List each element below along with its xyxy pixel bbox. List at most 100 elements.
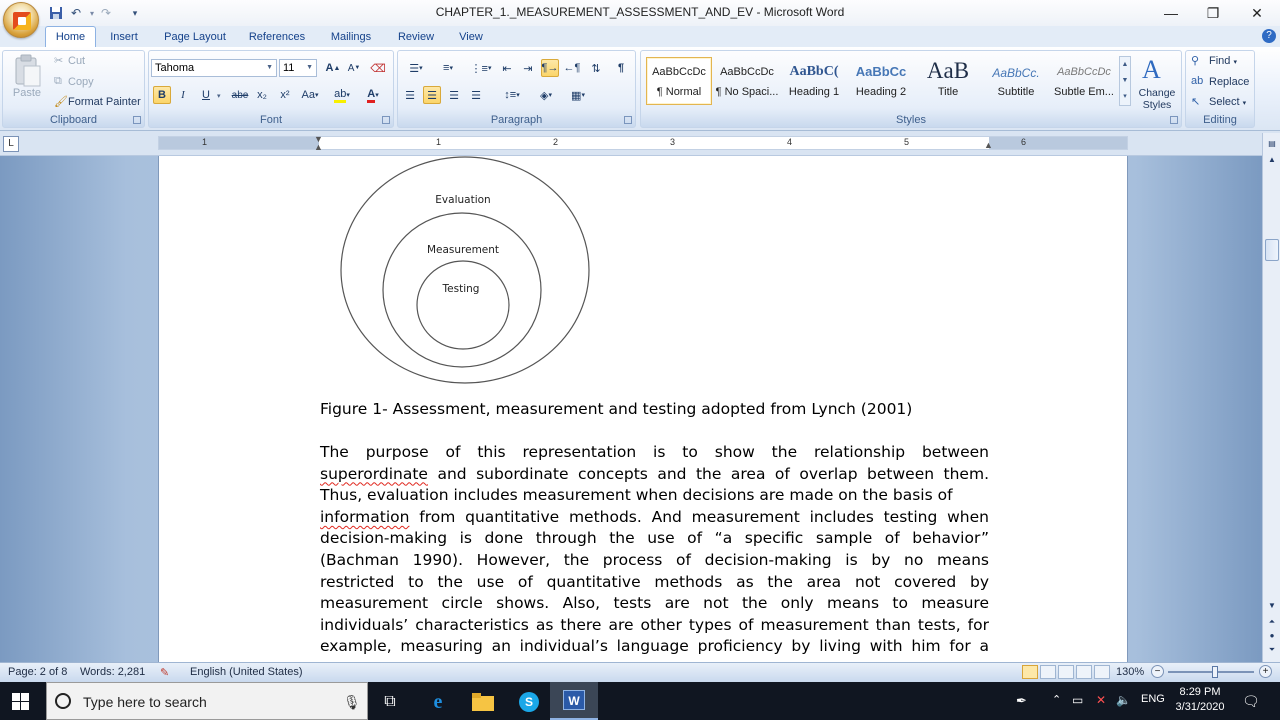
next-page-icon[interactable]: ⏷ <box>1265 643 1279 657</box>
taskbar-search-box[interactable]: Type here to search 🎙 <box>46 682 368 720</box>
bullets-button[interactable]: ☰ ▾ <box>401 59 431 77</box>
full-screen-reading-view-icon[interactable] <box>1040 665 1056 679</box>
view-ruler-toggle-icon[interactable]: ▤ <box>1265 137 1279 151</box>
previous-page-icon[interactable]: ⏶ <box>1265 615 1279 629</box>
restore-button[interactable]: ❐ <box>1192 0 1234 26</box>
proofing-error-icon[interactable]: ✎ <box>160 666 169 679</box>
skype-icon[interactable]: S <box>517 690 541 714</box>
strikethrough-button[interactable]: abe <box>229 86 251 104</box>
print-layout-view-icon[interactable] <box>1022 665 1038 679</box>
zoom-slider[interactable] <box>1168 666 1254 678</box>
tab-references[interactable]: References <box>246 29 308 47</box>
numbering-button[interactable]: ≡ ▾ <box>433 59 463 77</box>
task-view-icon[interactable]: ⧉ <box>378 690 402 714</box>
scroll-down-icon[interactable]: ▼ <box>1265 599 1279 613</box>
copy-button[interactable]: Copy <box>68 76 94 88</box>
style-heading-2[interactable]: AaBbCc Heading 2 <box>848 57 914 105</box>
paste-icon[interactable] <box>12 54 42 88</box>
grow-font-button[interactable]: A ▲ <box>324 59 342 77</box>
right-indent-marker-icon[interactable]: ▲ <box>984 140 993 150</box>
rtl-button[interactable]: ←¶ <box>563 59 581 77</box>
font-name-combo[interactable]: Tahoma ▼ <box>151 59 277 77</box>
tab-view[interactable]: View <box>454 29 488 47</box>
horizontal-ruler[interactable]: 1 1 2 3 4 5 6 ▼ ▲ ▲ <box>158 135 1128 152</box>
clock[interactable]: 8:29 PM 3/31/2020 <box>1172 685 1228 715</box>
tab-insert[interactable]: Insert <box>104 29 144 47</box>
word-count[interactable]: Words: 2,281 <box>80 666 145 678</box>
align-right-button[interactable]: ☰ <box>445 86 463 104</box>
action-center-icon[interactable]: 🗨 <box>1242 693 1260 710</box>
zoom-level[interactable]: 130% <box>1116 666 1144 678</box>
volume-icon[interactable]: 🔈 <box>1116 693 1131 707</box>
office-button[interactable] <box>3 2 39 38</box>
multilevel-list-button[interactable]: ⋮≡ ▾ <box>466 59 496 77</box>
paste-button-label[interactable]: Paste <box>12 87 42 99</box>
style-heading-1[interactable]: AaBbC( Heading 1 <box>781 57 847 105</box>
borders-button[interactable]: ▦ ▾ <box>564 86 592 104</box>
zoom-out-icon[interactable]: − <box>1151 665 1164 678</box>
bold-button[interactable]: B <box>153 86 171 104</box>
draft-view-icon[interactable] <box>1094 665 1110 679</box>
edge-browser-icon[interactable]: e <box>426 690 450 714</box>
shading-button[interactable]: ◈ ▾ <box>532 86 560 104</box>
show-hide-button[interactable]: ¶ <box>612 59 630 77</box>
scroll-up-icon[interactable]: ▲ <box>1265 153 1279 167</box>
spelling-flagged-word[interactable]: information <box>320 508 409 526</box>
decrease-indent-button[interactable]: ⇤ <box>498 59 516 77</box>
increase-indent-button[interactable]: ⇥ <box>519 59 537 77</box>
help-icon[interactable]: ? <box>1262 29 1276 43</box>
styles-gallery-scroll[interactable]: ▲ ▼ ▾ <box>1119 56 1131 106</box>
style-subtle-emphasis[interactable]: AaBbCcDc Subtle Em... <box>1051 57 1117 105</box>
tab-home[interactable]: Home <box>45 26 96 48</box>
change-styles-button[interactable]: Change Styles <box>1136 87 1178 111</box>
select-browse-object-icon[interactable]: ● <box>1265 629 1279 643</box>
web-layout-view-icon[interactable] <box>1058 665 1074 679</box>
zoom-in-icon[interactable]: + <box>1259 665 1272 678</box>
change-case-button[interactable]: Aa ▾ <box>298 86 322 104</box>
font-size-combo[interactable]: 11 ▼ <box>279 59 317 77</box>
style-no-spacing[interactable]: AaBbCcDc ¶ No Spaci... <box>714 57 780 105</box>
shrink-font-button[interactable]: A ▼ <box>345 59 363 77</box>
highlight-button[interactable]: ab ▾ <box>329 86 355 104</box>
word-taskbar-button[interactable]: W <box>550 682 598 720</box>
close-button[interactable]: ✕ <box>1236 0 1278 26</box>
sort-button[interactable]: ⇅ <box>587 59 605 77</box>
styles-launcher-icon[interactable] <box>1170 116 1178 124</box>
underline-dropdown-icon[interactable]: ▾ <box>217 92 221 100</box>
style-subtitle[interactable]: AaBbCc. Subtitle <box>983 57 1049 105</box>
find-button[interactable]: Find ▾ <box>1209 55 1237 67</box>
microphone-icon[interactable]: 🎙 <box>343 694 361 711</box>
battery-icon[interactable]: ▭ <box>1072 693 1083 707</box>
indent-marker-icon[interactable]: ▼ ▲ <box>314 135 323 152</box>
tab-review[interactable]: Review <box>394 29 438 47</box>
scroll-thumb[interactable] <box>1265 239 1279 261</box>
spelling-flagged-word[interactable]: superordinate <box>320 465 428 483</box>
style-title[interactable]: AaB Title <box>915 57 981 105</box>
select-button[interactable]: Select ▾ <box>1209 96 1246 108</box>
windows-start-icon[interactable] <box>12 693 29 710</box>
document-page[interactable]: Evaluation Measurement Testing Figure 1-… <box>158 156 1128 662</box>
italic-button[interactable]: I <box>174 86 192 104</box>
superscript-button[interactable]: x² <box>276 86 294 104</box>
outline-view-icon[interactable] <box>1076 665 1092 679</box>
show-hidden-icons-icon[interactable]: ⌃ <box>1052 693 1061 706</box>
tab-selector[interactable]: L <box>3 136 19 152</box>
subscript-button[interactable]: x₂ <box>253 86 271 104</box>
style-normal[interactable]: AaBbCcDc ¶ Normal <box>646 57 712 105</box>
minimize-button[interactable]: — <box>1150 0 1192 26</box>
font-color-button[interactable]: A ▾ <box>360 86 386 104</box>
network-disconnected-icon[interactable]: ✕ <box>1096 693 1106 707</box>
format-painter-button[interactable]: Format Painter <box>68 96 141 108</box>
file-explorer-icon[interactable] <box>471 690 495 714</box>
input-language[interactable]: ENG <box>1141 693 1165 705</box>
underline-button[interactable]: U <box>197 86 215 104</box>
justify-button[interactable]: ☰ <box>467 86 485 104</box>
vertical-scrollbar[interactable]: ▤ ▲ ▼ ⏶ ● ⏷ <box>1262 133 1280 662</box>
clear-formatting-button[interactable]: ⌫ <box>369 59 387 77</box>
tab-mailings[interactable]: Mailings <box>326 29 376 47</box>
tab-page-layout[interactable]: Page Layout <box>160 29 230 47</box>
language-indicator[interactable]: English (United States) <box>190 666 303 678</box>
align-center-button[interactable]: ☰ <box>423 86 441 104</box>
zoom-slider-thumb[interactable] <box>1212 666 1218 678</box>
ltr-button[interactable]: ¶→ <box>541 59 559 77</box>
